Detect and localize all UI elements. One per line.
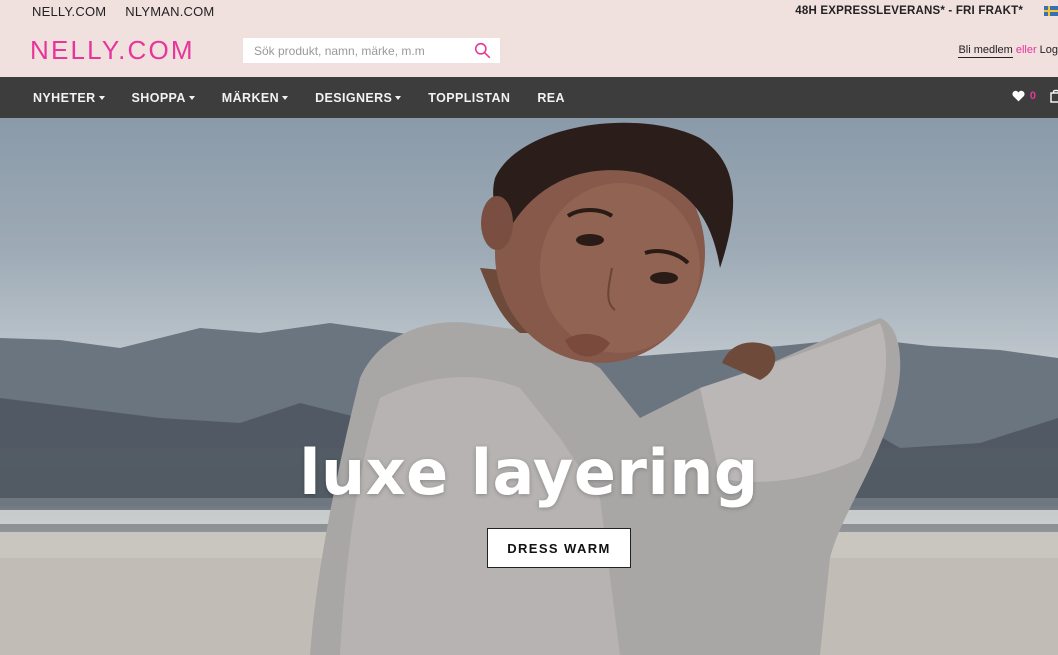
dress-warm-button[interactable]: DRESS WARM [487,528,631,568]
nav-item-label: NYHETER [33,90,96,105]
nav-item-marken[interactable]: MÄRKEN [221,90,289,105]
sweden-flag-icon[interactable] [1044,6,1058,16]
hero-headline: luxe layering [0,436,1058,509]
caret-down-icon [395,95,402,100]
nav-item-topplistan[interactable]: TOPPLISTAN [428,91,510,105]
site-switcher: NELLY.COM NLYMAN.COM [32,4,214,19]
nav-item-label: TOPPLISTAN [428,90,511,105]
wishlist-count: 0 [1029,90,1036,102]
search-icon[interactable] [474,42,491,59]
nav-menu: NYHETER SHOPPA MÄRKEN DESIGNERS TOPPLIST… [33,77,592,118]
nav-item-rea[interactable]: REA [537,91,565,105]
caret-down-icon [98,95,105,100]
nav-item-label: DESIGNERS [315,90,393,105]
nav-item-designers[interactable]: DESIGNERS [315,90,402,105]
hero-headline-text: luxe layering [299,436,759,509]
shopping-bag-icon[interactable] [1050,89,1058,103]
caret-down-icon [188,95,195,100]
shipping-promo[interactable]: 48H EXPRESSLEVERANS* - FRI FRAKT* [795,5,1023,17]
nav-item-nyheter[interactable]: NYHETER [33,91,105,105]
caret-down-icon [282,95,289,100]
nav-item-shoppa[interactable]: SHOPPA [132,91,195,105]
hero-image [0,122,1058,655]
site-link-nlyman[interactable]: NLYMAN.COM [125,4,214,19]
nav-item-label: REA [537,90,565,105]
join-link[interactable]: Bli medlem [958,44,1013,58]
account-links: Bli medlem eller Log [958,44,1058,58]
nav-item-label: SHOPPA [131,90,186,105]
site-logo[interactable]: NELLY.COM [30,35,195,66]
heart-icon [1012,90,1025,102]
wishlist-button[interactable]: 0 [1012,90,1036,102]
search-box [243,38,500,63]
main-nav: NYHETER SHOPPA MÄRKEN DESIGNERS TOPPLIST… [0,77,1058,118]
login-link[interactable]: Log [1040,44,1058,56]
top-header: NELLY.COM NLYMAN.COM 48H EXPRESSLEVERANS… [0,0,1058,77]
nav-item-label: MÄRKEN [221,90,280,105]
search-input[interactable] [243,38,463,63]
or-text: eller [1015,44,1037,56]
site-link-nelly[interactable]: NELLY.COM [32,4,106,19]
hero-banner[interactable]: luxe layering DRESS WARM [0,118,1058,655]
